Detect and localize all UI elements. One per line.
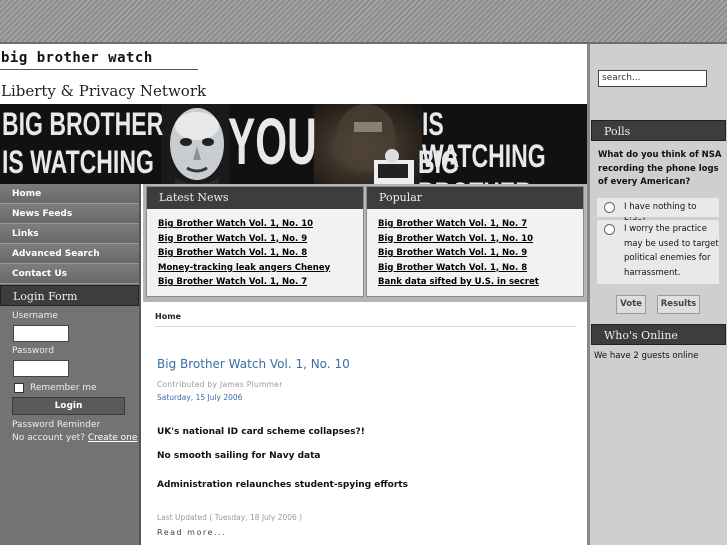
latest-news-link[interactable]: Big Brother Watch Vol. 1, No. 8: [158, 248, 307, 258]
left-sidebar: Home News Feeds Links Advanced Search Co…: [0, 184, 141, 545]
remember-me-checkbox[interactable]: [14, 383, 24, 393]
popular-link[interactable]: Big Brother Watch Vol. 1, No. 7: [378, 219, 527, 229]
menu-item-home[interactable]: Home: [0, 184, 141, 204]
latest-news-link[interactable]: Money-tracking leak angers Cheney: [158, 263, 330, 273]
article-headline-1: UK's national ID card scheme collapses?!: [157, 427, 365, 437]
latest-news-link[interactable]: Big Brother Watch Vol. 1, No. 10: [158, 219, 313, 229]
create-account-link[interactable]: Create one: [88, 433, 138, 443]
menu-item-advanced-search[interactable]: Advanced Search: [0, 244, 141, 264]
list-item: Big Brother Watch Vol. 1, No. 10: [158, 217, 363, 232]
site-title: big brother watch: [1, 50, 153, 66]
list-item: Big Brother Watch Vol. 1, No. 8: [158, 246, 363, 261]
header-banner: BIG BROTHER IS WATCHING YOU IS WATCHING …: [0, 104, 589, 184]
remember-me-label: Remember me: [30, 383, 97, 393]
password-label: Password: [12, 346, 55, 356]
banner-text-big-brother: BIG BROTHER: [2, 106, 164, 142]
banner-text-is-watching: IS WATCHING: [2, 144, 154, 180]
poll-question: What do you think of NSA recording the p…: [598, 150, 722, 187]
vote-button[interactable]: Vote: [616, 295, 646, 314]
menu-item-news-feeds[interactable]: News Feeds: [0, 204, 141, 224]
article-last-updated: Last Updated ( Tuesday, 18 July 2006 ): [157, 513, 303, 522]
username-label: Username: [12, 311, 58, 321]
password-input[interactable]: [13, 360, 69, 377]
latest-news-panel: Latest News Big Brother Watch Vol. 1, No…: [146, 186, 364, 297]
popular-link[interactable]: Bank data sifted by U.S. in secret: [378, 277, 539, 287]
list-item: Big Brother Watch Vol. 1, No. 10: [378, 232, 583, 247]
banner-face-image: [161, 104, 229, 184]
list-item: Big Brother Watch Vol. 1, No. 8: [378, 261, 583, 276]
latest-news-list: Big Brother Watch Vol. 1, No. 10 Big Bro…: [147, 209, 363, 290]
popular-heading: Popular: [367, 187, 583, 209]
menu-item-contact-us[interactable]: Contact Us: [0, 264, 141, 284]
list-item: Bank data sifted by U.S. in secret: [378, 275, 583, 290]
menu-item-links[interactable]: Links: [0, 224, 141, 244]
polls-heading: Polls: [591, 120, 726, 141]
list-item: Big Brother Watch Vol. 1, No. 9: [378, 246, 583, 261]
no-account-text: No account yet? Create one: [0, 433, 141, 443]
read-more-link[interactable]: Read more...: [157, 528, 226, 537]
poll-option-1[interactable]: I have nothing to hide!: [597, 198, 719, 227]
remember-me-row: Remember me: [0, 383, 141, 393]
site-tagline: Liberty & Privacy Network: [1, 82, 207, 100]
article-author: Contributed by James Plummer: [157, 380, 283, 389]
popular-link[interactable]: Big Brother Watch Vol. 1, No. 10: [378, 234, 533, 244]
latest-news-heading: Latest News: [147, 187, 363, 209]
poll-option-label: I worry the practice may be used to targ…: [624, 224, 719, 278]
article-date: Saturday, 15 July 2006: [157, 393, 243, 402]
title-underline: [0, 69, 198, 70]
poll-option-label: I have nothing to hide!: [624, 202, 697, 227]
password-reminder-link[interactable]: Password Reminder: [0, 420, 141, 430]
whos-online-heading: Who's Online: [591, 324, 726, 345]
article-headline-2: No smooth sailing for Navy data: [157, 451, 321, 461]
banner-photo-image: [314, 104, 422, 184]
breadcrumb-divider: [155, 326, 576, 327]
list-item: Big Brother Watch Vol. 1, No. 9: [158, 232, 363, 247]
no-account-label: No account yet?: [12, 433, 85, 443]
search-input[interactable]: search...: [598, 70, 707, 87]
popular-panel: Popular Big Brother Watch Vol. 1, No. 7 …: [366, 186, 584, 297]
results-button[interactable]: Results: [657, 295, 700, 314]
popular-link[interactable]: Big Brother Watch Vol. 1, No. 9: [378, 248, 527, 258]
list-item: Money-tracking leak angers Cheney: [158, 261, 363, 276]
article-headline-3: Administration relaunches student-spying…: [157, 480, 408, 490]
article-title[interactable]: Big Brother Watch Vol. 1, No. 10: [157, 357, 350, 371]
latest-news-link[interactable]: Big Brother Watch Vol. 1, No. 9: [158, 234, 307, 244]
login-button[interactable]: Login: [12, 397, 125, 415]
login-form-heading: Login Form: [0, 285, 139, 306]
whos-online-text: We have 2 guests online: [594, 351, 699, 361]
breadcrumb[interactable]: Home: [155, 312, 181, 321]
popular-link[interactable]: Big Brother Watch Vol. 1, No. 8: [378, 263, 527, 273]
list-item: Big Brother Watch Vol. 1, No. 7: [378, 217, 583, 232]
list-item: Big Brother Watch Vol. 1, No. 7: [158, 275, 363, 290]
username-input[interactable]: [13, 325, 69, 342]
banner-text-you: YOU: [228, 104, 317, 178]
popular-list: Big Brother Watch Vol. 1, No. 7 Big Brot…: [367, 209, 583, 290]
main-menu: Home News Feeds Links Advanced Search Co…: [0, 184, 141, 284]
poll-radio-1[interactable]: [604, 202, 615, 213]
latest-news-link[interactable]: Big Brother Watch Vol. 1, No. 7: [158, 277, 307, 287]
poll-option-2[interactable]: I worry the practice may be used to targ…: [597, 220, 719, 284]
top-decorative-band: [0, 0, 727, 44]
poll-radio-2[interactable]: [604, 224, 615, 235]
banner-text-big-brother-2: BIG BROTHER: [418, 144, 532, 184]
